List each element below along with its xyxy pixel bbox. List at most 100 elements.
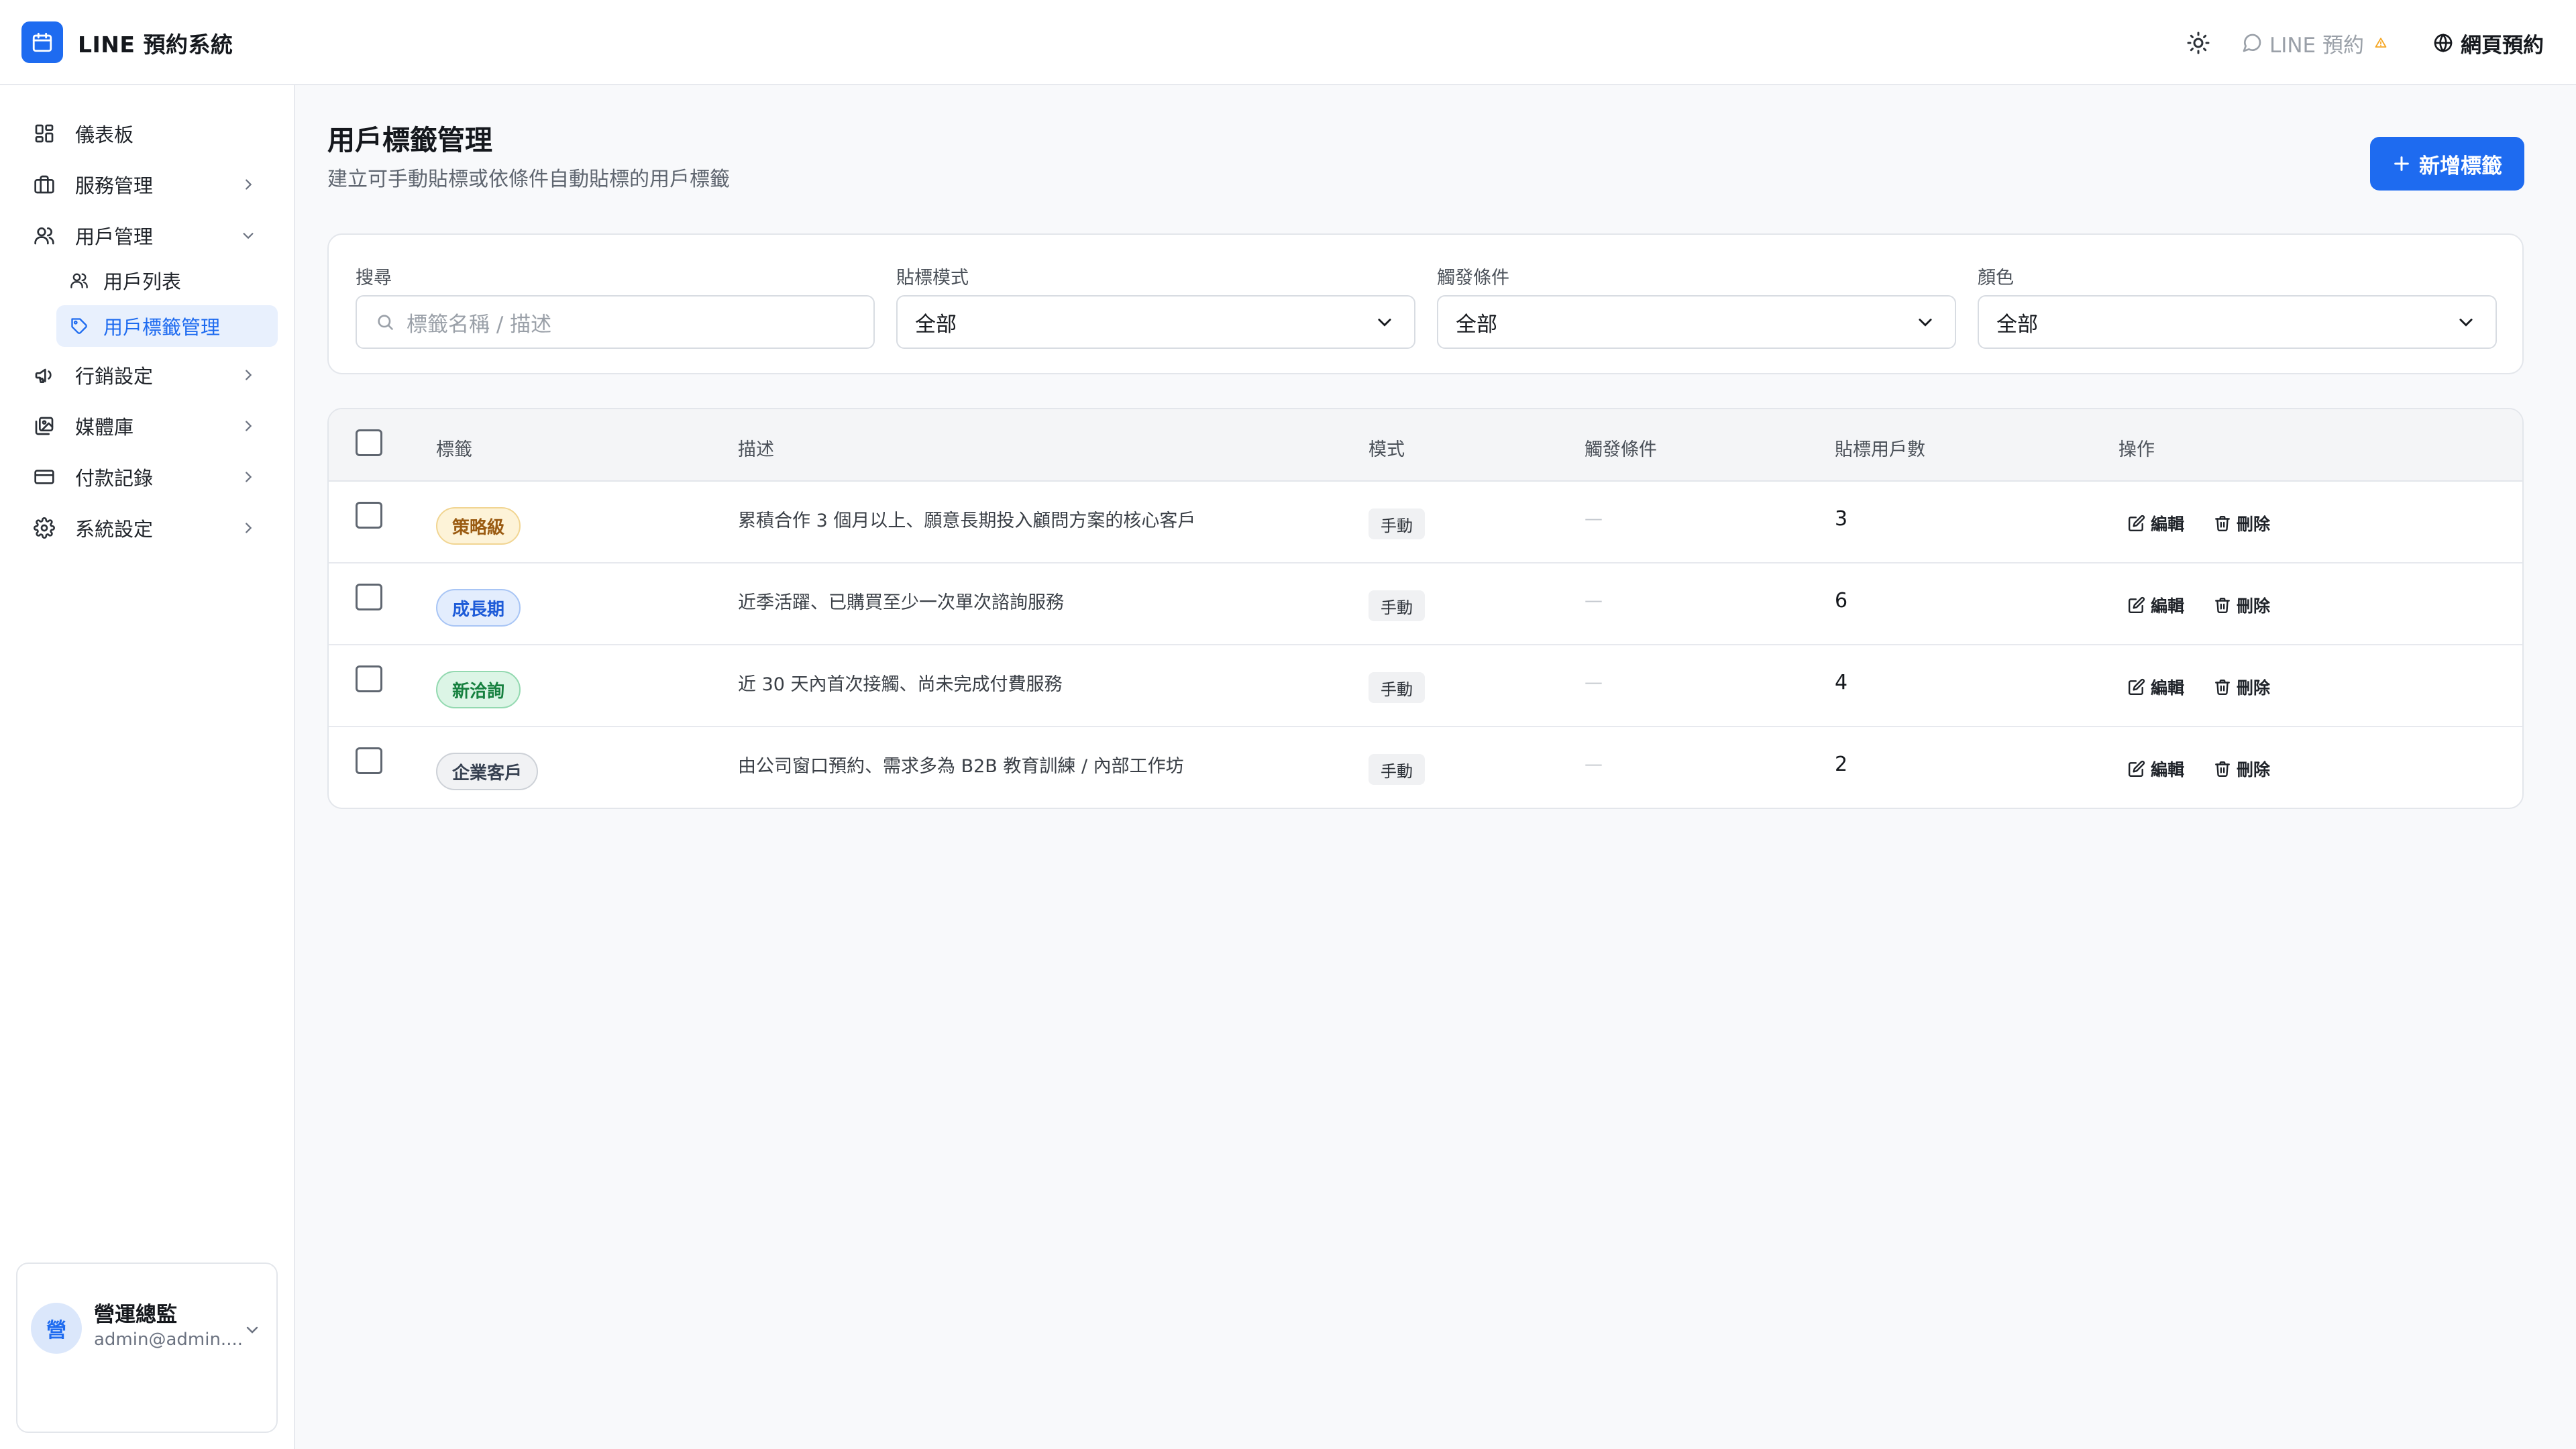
line-booking-link[interactable]: LINE 預約 (2241, 28, 2394, 58)
sidebar-item-label: 儀表板 (75, 123, 134, 146)
sidebar-subitem-user-list[interactable]: 用戶列表 (56, 260, 278, 301)
column-header-user-count: 貼標用戶數 (1835, 439, 1925, 460)
web-booking-label: 網頁預約 (2461, 33, 2544, 58)
sidebar-item-label: 媒體庫 (75, 416, 134, 439)
trigger-filter-label: 觸發條件 (1437, 268, 1509, 288)
web-booking-link[interactable]: 網頁預約 (2432, 28, 2544, 58)
user-profile-card[interactable]: 營 營運總監 admin@admin.... (16, 1263, 278, 1433)
sidebar-subitem-label: 用戶列表 (103, 270, 182, 293)
edit-button[interactable]: 編輯 (2128, 757, 2184, 781)
tag-badge: 新洽詢 (436, 671, 521, 708)
color-select-value: 全部 (1996, 312, 2038, 337)
table-header: 標籤 描述 模式 觸發條件 貼標用戶數 操作 (329, 409, 2522, 482)
sidebar-item-services[interactable]: 服務管理 (21, 163, 276, 206)
add-tag-label: 新增標籤 (2419, 154, 2502, 178)
page-title: 用戶標籤管理 (327, 124, 492, 156)
sidebar: 儀表板 服務管理 用戶管理 用戶列表 用戶標籤管理 行銷設定 媒體庫 付款記錄 … (0, 85, 295, 1449)
page-subtitle: 建立可手動貼標或依條件自動貼標的用戶標籤 (327, 168, 730, 191)
trigger-value: — (1585, 754, 1603, 775)
mode-select-value: 全部 (915, 312, 957, 337)
top-bar: LINE 預約系統 LINE 預約 網頁預約 (0, 0, 2576, 85)
sidebar-item-label: 服務管理 (75, 174, 154, 197)
edit-icon (2128, 760, 2145, 777)
tag-badge: 企業客戶 (436, 753, 539, 790)
edit-label: 編輯 (2151, 678, 2185, 698)
globe-icon (2434, 33, 2453, 53)
briefcase-icon (31, 171, 58, 198)
sidebar-item-label: 行銷設定 (75, 365, 154, 388)
table-row: 成長期 近季活躍、已購買至少一次單次諮詢服務 手動 — 6 編輯 刪除 (329, 564, 2522, 645)
edit-button[interactable]: 編輯 (2128, 593, 2184, 617)
search-input[interactable]: 標籤名稱 / 描述 (356, 295, 875, 349)
table-row: 企業客戶 由公司窗口預約、需求多為 B2B 教育訓練 / 內部工作坊 手動 — … (329, 727, 2522, 808)
trash-icon (2215, 598, 2230, 614)
delete-button[interactable]: 刪除 (2214, 757, 2270, 781)
gear-icon (31, 515, 58, 541)
chat-bubble-icon (2243, 34, 2261, 52)
edit-button[interactable]: 編輯 (2128, 511, 2184, 535)
search-label: 搜尋 (356, 268, 392, 288)
megaphone-icon (31, 362, 58, 388)
chevron-down-icon (1371, 309, 1398, 335)
images-icon (31, 413, 58, 439)
color-select[interactable]: 全部 (1978, 295, 2497, 349)
edit-button[interactable]: 編輯 (2128, 675, 2184, 699)
row-checkbox[interactable] (356, 584, 382, 610)
row-checkbox[interactable] (356, 747, 382, 774)
sidebar-item-label: 用戶管理 (75, 225, 154, 248)
sidebar-item-settings[interactable]: 系統設定 (21, 506, 276, 549)
add-tag-button[interactable]: 新增標籤 (2370, 137, 2524, 191)
tag-description: 累積合作 3 個月以上、願意長期投入顧問方案的核心客戶 (738, 511, 1196, 531)
trash-icon (2215, 680, 2230, 696)
tags-table: 標籤 描述 模式 觸發條件 貼標用戶數 操作 策略級 累積合作 3 個月以上、願… (327, 408, 2524, 809)
chevron-down-icon (1912, 309, 1939, 335)
dashboard-icon (31, 120, 58, 147)
delete-button[interactable]: 刪除 (2214, 511, 2270, 535)
sidebar-subitem-label: 用戶標籤管理 (103, 316, 221, 339)
chevron-right-icon (235, 171, 262, 198)
sidebar-item-users[interactable]: 用戶管理 (21, 214, 276, 257)
mode-filter-label: 貼標模式 (896, 268, 969, 288)
sidebar-subitem-tag-management[interactable]: 用戶標籤管理 (56, 305, 278, 347)
warning-icon (2375, 34, 2394, 52)
row-checkbox[interactable] (356, 665, 382, 692)
delete-button[interactable]: 刪除 (2214, 593, 2270, 617)
edit-icon (2128, 596, 2145, 614)
tag-description: 由公司窗口預約、需求多為 B2B 教育訓練 / 內部工作坊 (738, 756, 1184, 777)
sidebar-item-marketing[interactable]: 行銷設定 (21, 354, 276, 396)
tag-badge: 策略級 (436, 507, 521, 545)
user-count: 6 (1835, 589, 1848, 612)
chevron-right-icon (235, 464, 262, 490)
trigger-select[interactable]: 全部 (1437, 295, 1956, 349)
chevron-down-icon (235, 222, 262, 249)
delete-label: 刪除 (2237, 678, 2271, 698)
chevron-right-icon (235, 515, 262, 541)
filter-panel: 搜尋 標籤名稱 / 描述 貼標模式 全部 觸發條件 全部 顏色 全部 (327, 233, 2524, 374)
user-name: 營運總監 (94, 1303, 177, 1327)
users-icon (31, 222, 58, 249)
chevron-right-icon (235, 362, 262, 388)
trigger-value: — (1585, 672, 1603, 693)
edit-icon (2128, 515, 2145, 532)
user-count: 4 (1835, 671, 1848, 694)
sun-icon (2187, 32, 2210, 54)
table-row: 策略級 累積合作 3 個月以上、願意長期投入顧問方案的核心客戶 手動 — 3 編… (329, 482, 2522, 564)
sidebar-item-dashboard[interactable]: 儀表板 (21, 112, 276, 155)
delete-button[interactable]: 刪除 (2214, 675, 2270, 699)
select-all-checkbox[interactable] (356, 429, 382, 456)
row-checkbox[interactable] (356, 502, 382, 529)
delete-label: 刪除 (2237, 596, 2271, 616)
mode-select[interactable]: 全部 (896, 295, 1415, 349)
sidebar-item-media[interactable]: 媒體庫 (21, 405, 276, 447)
calendar-icon (21, 21, 63, 63)
delete-label: 刪除 (2237, 515, 2271, 534)
users-icon (67, 268, 91, 292)
avatar: 營 (31, 1303, 82, 1354)
search-icon (372, 309, 398, 335)
chevron-down-icon (239, 1316, 266, 1343)
tag-description: 近季活躍、已購買至少一次單次諮詢服務 (738, 592, 1064, 613)
tag-badge: 成長期 (436, 589, 521, 627)
theme-toggle-button[interactable] (2182, 27, 2214, 59)
edit-icon (2128, 678, 2145, 696)
sidebar-item-payments[interactable]: 付款記錄 (21, 455, 276, 498)
